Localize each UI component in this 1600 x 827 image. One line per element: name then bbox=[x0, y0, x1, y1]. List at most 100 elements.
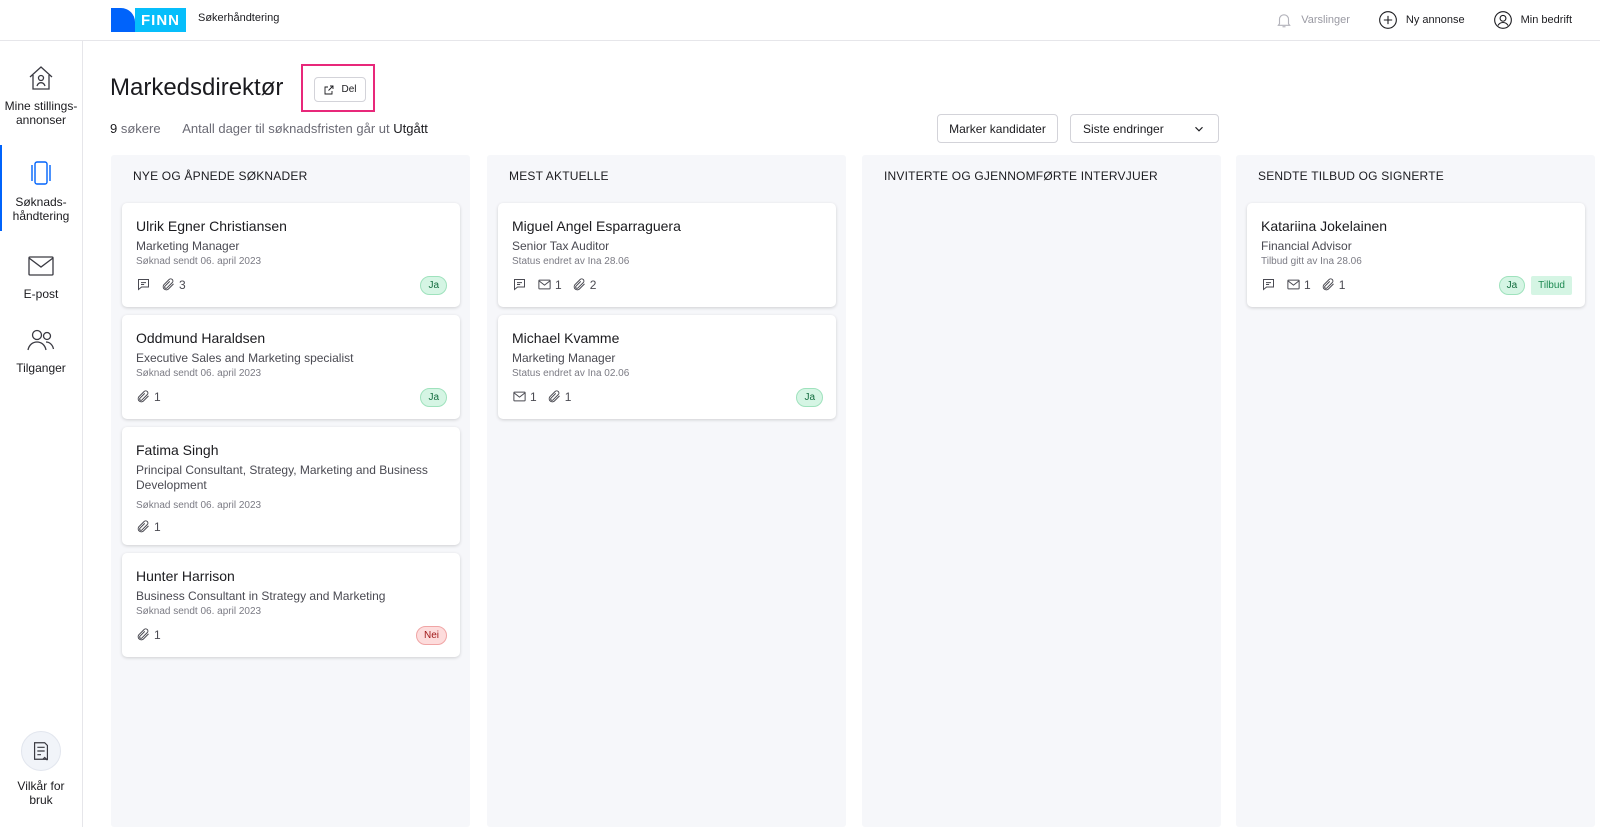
sidebar-item-email[interactable]: E-post bbox=[0, 251, 82, 301]
applicant-count: 9 bbox=[110, 121, 118, 136]
comment-icon bbox=[1263, 279, 1274, 291]
attachments-indicator: 1 bbox=[1321, 277, 1346, 292]
sidebar-label: Mine stillings- bbox=[4, 99, 78, 113]
candidate-status-date: Søknad sendt 06. april 2023 bbox=[136, 606, 262, 617]
badge-yes: Ja bbox=[1498, 276, 1526, 295]
meta-line: 9 søkere Antall dager til søknadsfristen… bbox=[110, 121, 428, 136]
sidebar-label: Vilkår for bbox=[17, 779, 65, 793]
sidebar-label: håndtering bbox=[12, 209, 70, 223]
plus-circle-icon bbox=[1379, 11, 1397, 29]
board-column: NYE OG ÅPNEDE SØKNADER Ulrik Egner Christ… bbox=[111, 155, 470, 827]
terms-icon bbox=[33, 742, 49, 761]
sidebar-label: E-post bbox=[23, 287, 59, 301]
envelope-icon bbox=[538, 279, 551, 290]
attachment-count: 1 bbox=[154, 389, 161, 404]
candidate-status-date: Status endret av Ina 28.06 bbox=[512, 256, 630, 267]
share-button[interactable]: Del bbox=[314, 77, 366, 102]
new-ad-label: Ny annonse bbox=[1405, 14, 1465, 26]
chevron-down-icon bbox=[1195, 126, 1203, 132]
paperclip-icon bbox=[137, 390, 149, 403]
candidate-name: Ulrik Egner Christiansen bbox=[136, 218, 287, 234]
board-column: MEST AKTUELLE Miguel Angel Esparraguera Se… bbox=[487, 155, 846, 827]
badge-yes: Ja bbox=[420, 276, 447, 295]
candidate-role: Senior Tax Auditor bbox=[512, 239, 610, 253]
candidate-name: Katariina Jokelainen bbox=[1261, 218, 1388, 234]
candidate-card[interactable]: Ulrik Egner Christiansen Marketing Manage… bbox=[122, 203, 460, 307]
card-indicators: 12 bbox=[512, 277, 596, 292]
candidate-name: Hunter Harrison bbox=[136, 568, 235, 584]
card-badges: Ja Tilbud bbox=[1498, 276, 1572, 295]
my-company-link[interactable]: Min bedrift bbox=[1493, 10, 1572, 30]
top-header: FINN Søkerhåndtering Varslinger Ny annon… bbox=[0, 0, 1600, 41]
attachment-count: 1 bbox=[154, 519, 161, 534]
candidate-role: Marketing Manager bbox=[136, 239, 240, 253]
board-column: SENDTE TILBUD OG SIGNERTE Katariina Jokel… bbox=[1236, 155, 1595, 827]
candidate-role: Principal Consultant, Strategy, Marketin… bbox=[136, 463, 428, 492]
attachment-count: 1 bbox=[154, 627, 161, 642]
board-column: INVITERTE OG GJENNOMFØRTE INTERVJUER bbox=[862, 155, 1221, 827]
candidate-card[interactable]: Miguel Angel Esparraguera Senior Tax Audi… bbox=[498, 203, 836, 307]
card-badges: Nei bbox=[415, 626, 447, 645]
notifications-link[interactable]: Varslinger bbox=[1275, 11, 1350, 29]
page-title: Markedsdirektør bbox=[110, 74, 284, 101]
column-title: MEST AKTUELLE bbox=[509, 169, 609, 183]
card-indicators: 1 bbox=[136, 627, 161, 642]
logo-shape bbox=[111, 8, 135, 32]
sidebar-item-access[interactable]: Tilganger bbox=[0, 325, 82, 375]
card-badges: Ja bbox=[796, 388, 823, 407]
attachment-count: 3 bbox=[179, 277, 186, 292]
card-badges: Ja bbox=[420, 388, 447, 407]
column-title: SENDTE TILBUD OG SIGNERTE bbox=[1258, 169, 1444, 183]
paperclip-icon bbox=[1322, 278, 1334, 291]
candidate-card[interactable]: Hunter Harrison Business Consultant in St… bbox=[122, 553, 460, 657]
mark-candidates-button[interactable]: Marker kandidater bbox=[937, 114, 1058, 143]
sidebar-label: annonser bbox=[15, 113, 67, 127]
paperclip-icon bbox=[573, 278, 585, 291]
attachment-count: 1 bbox=[564, 389, 572, 404]
deadline-value: Utgått bbox=[393, 121, 428, 136]
candidate-name: Oddmund Haraldsen bbox=[136, 330, 266, 346]
comments-indicator bbox=[136, 277, 151, 292]
sort-select[interactable]: Siste endringer bbox=[1070, 114, 1219, 143]
attachments-indicator: 1 bbox=[136, 389, 161, 404]
paperclip-icon bbox=[548, 390, 560, 403]
card-badges: Ja bbox=[420, 276, 447, 295]
email-count: 1 bbox=[530, 389, 537, 404]
sidebar-item-my-ads[interactable]: Mine stillings- annonser bbox=[0, 63, 82, 127]
sidebar: Mine stillings- annonser Søknads- håndte… bbox=[0, 41, 83, 827]
candidate-role: Financial Advisor bbox=[1261, 239, 1352, 253]
card-indicators: 3 bbox=[136, 277, 186, 292]
candidate-card[interactable]: Katariina Jokelainen Financial Advisor Til… bbox=[1247, 203, 1585, 307]
new-ad-link[interactable]: Ny annonse bbox=[1378, 10, 1465, 30]
cards-icon bbox=[31, 161, 51, 185]
candidate-role: Business Consultant in Strategy and Mark… bbox=[136, 589, 386, 603]
candidate-card[interactable]: Oddmund Haraldsen Executive Sales and Mar… bbox=[122, 315, 460, 419]
email-count: 1 bbox=[555, 277, 562, 292]
badge-offer: Tilbud bbox=[1531, 276, 1572, 295]
envelope-icon bbox=[1287, 279, 1300, 290]
candidate-status-date: Søknad sendt 06. april 2023 bbox=[136, 500, 262, 511]
badge-yes: Ja bbox=[420, 388, 447, 407]
notifications-label: Varslinger bbox=[1301, 14, 1350, 26]
email-count: 1 bbox=[1304, 277, 1311, 292]
card-indicators: 11 bbox=[1261, 277, 1345, 292]
candidate-card[interactable]: Michael Kvamme Marketing Manager Status en… bbox=[498, 315, 836, 419]
sort-value: Siste endringer bbox=[1083, 121, 1164, 136]
attachments-indicator: 1 bbox=[547, 389, 572, 404]
column-title: NYE OG ÅPNEDE SØKNADER bbox=[133, 169, 308, 183]
candidate-status-date: Tilbud gitt av Ina 28.06 bbox=[1261, 256, 1362, 267]
sidebar-label: Søknads- bbox=[15, 195, 67, 209]
candidate-name: Michael Kvamme bbox=[512, 330, 620, 346]
finn-logo[interactable]: FINN bbox=[111, 8, 186, 32]
candidate-card[interactable]: Fatima Singh Principal Consultant, Strate… bbox=[122, 427, 460, 545]
badge-no: Nei bbox=[415, 626, 447, 645]
users-icon bbox=[27, 329, 55, 351]
column-title: INVITERTE OG GJENNOMFØRTE INTERVJUER bbox=[884, 169, 1158, 183]
user-circle-icon bbox=[1493, 11, 1512, 29]
sidebar-item-terms[interactable]: Vilkår for bruk bbox=[0, 731, 82, 807]
sidebar-item-application-handling[interactable]: Søknads- håndtering bbox=[0, 145, 82, 231]
attachments-indicator: 3 bbox=[161, 277, 186, 292]
attachment-count: 1 bbox=[1338, 277, 1346, 292]
emails-indicator: 1 bbox=[1286, 277, 1311, 292]
candidate-status-date: Søknad sendt 06. april 2023 bbox=[136, 256, 262, 267]
